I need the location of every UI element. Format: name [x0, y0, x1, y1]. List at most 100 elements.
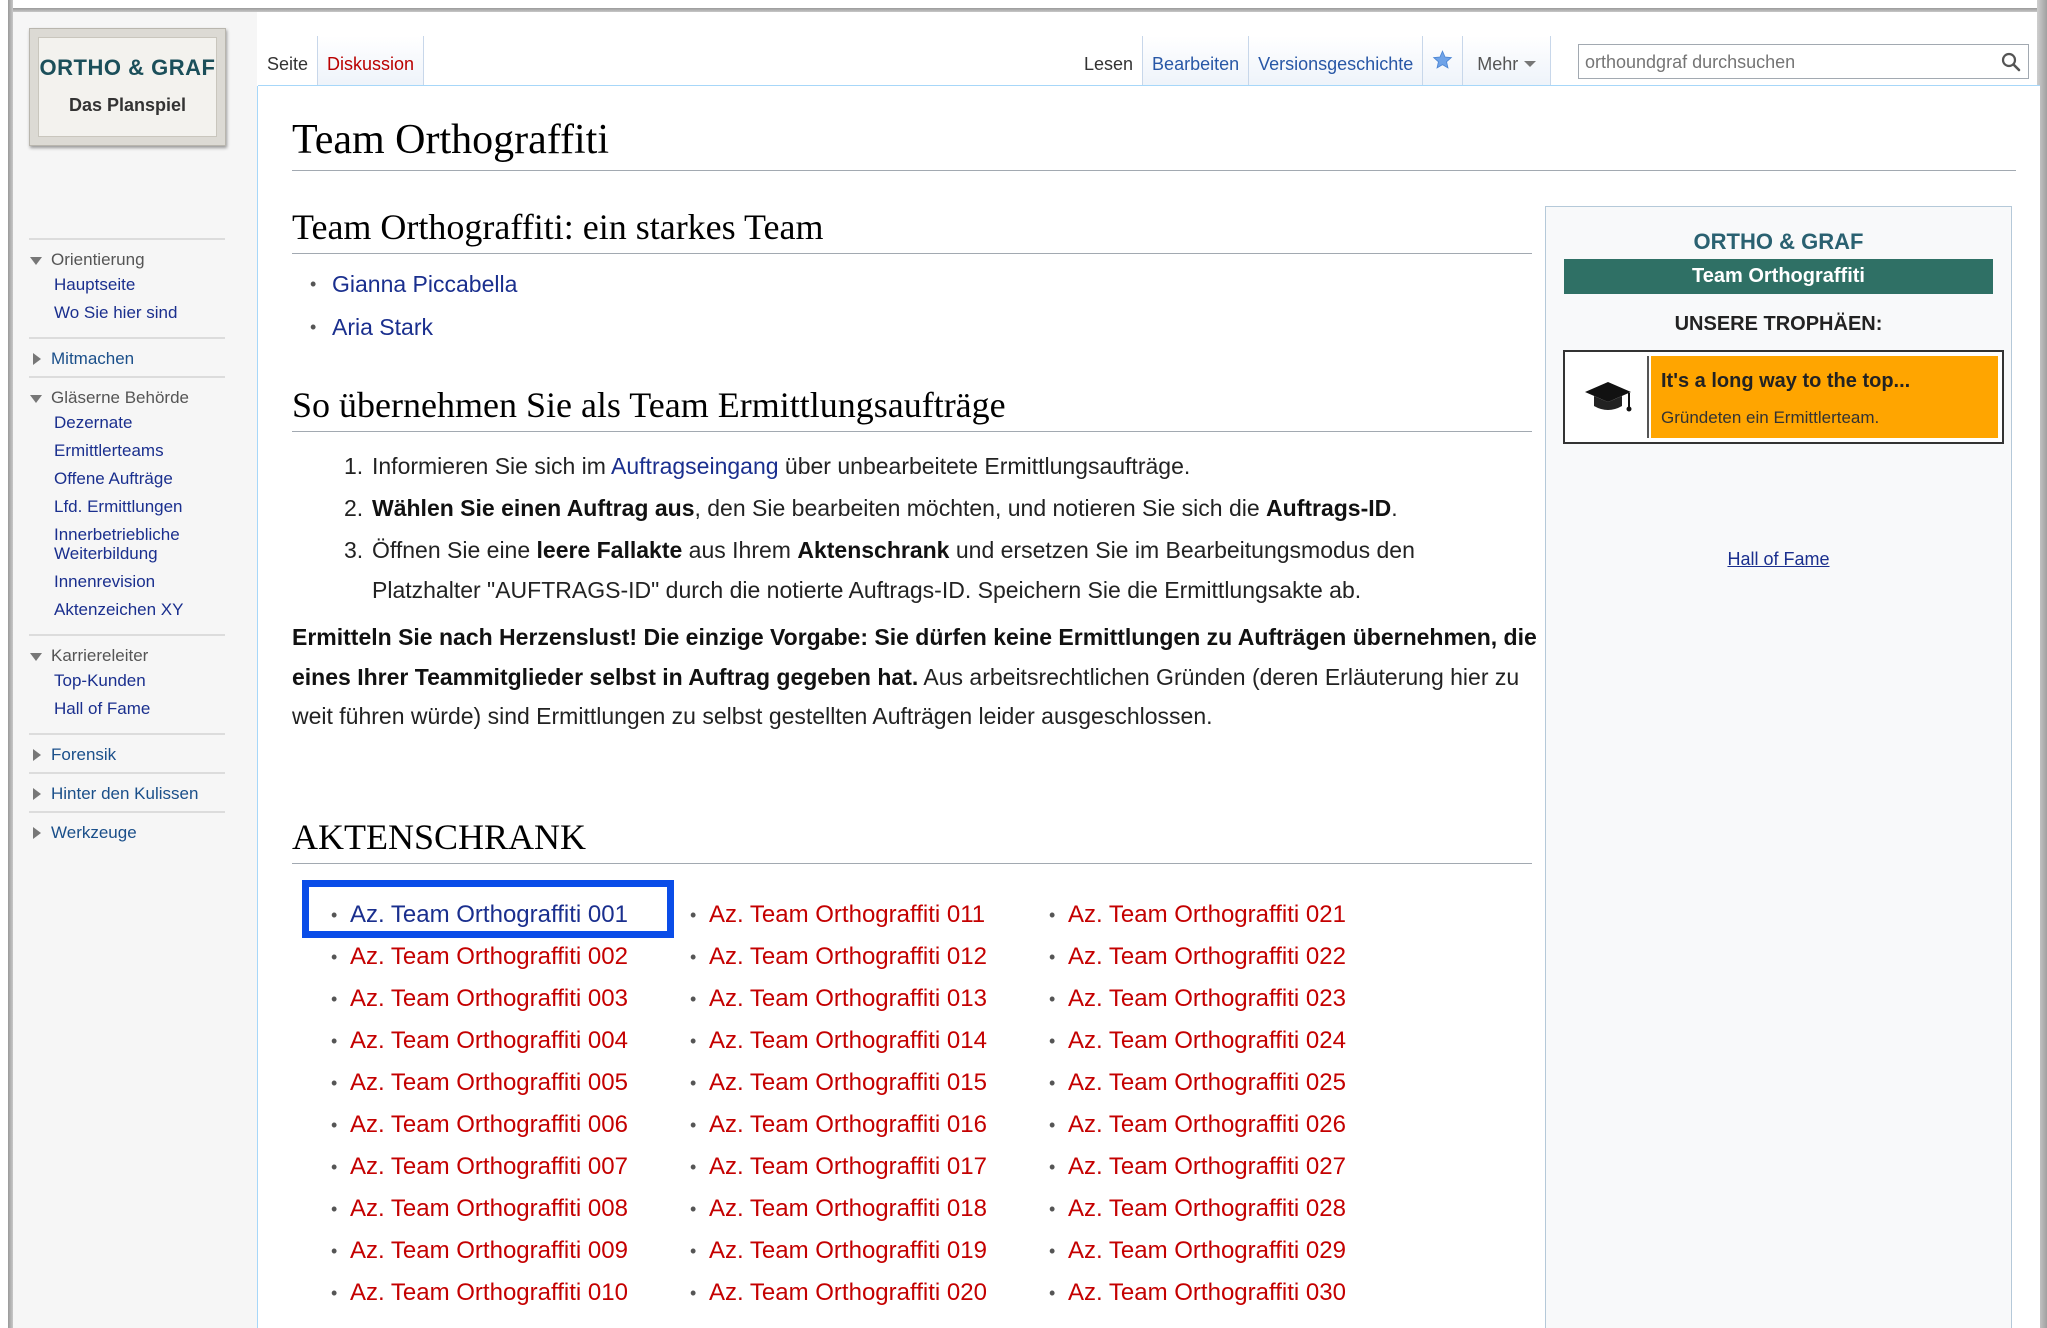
section-heading-archive: AKTENSCHRANK — [292, 817, 587, 857]
hall-of-fame-link[interactable]: Hall of Fame — [1546, 549, 2011, 570]
auftragseingang-link[interactable]: Auftragseingang — [611, 453, 779, 479]
file-link[interactable]: Az. Team Orthograffiti 014 — [690, 1020, 987, 1062]
trophy-card: It's a long way to the top... Gründeten … — [1563, 350, 2004, 444]
file-link[interactable]: Az. Team Orthograffiti 030 — [1049, 1272, 1346, 1314]
sidebar-portal: Forensik — [29, 733, 225, 772]
file-column-3: Az. Team Orthograffiti 021Az. Team Ortho… — [1049, 894, 1346, 1314]
tab-history[interactable]: Versionsgeschichte — [1249, 36, 1424, 86]
sidebar-item-list: Hauptseite Wo Sie hier sind — [29, 275, 225, 322]
sidebar-portal-heading[interactable]: Orientierung — [29, 249, 225, 271]
triangle-down-icon — [30, 653, 42, 661]
file-link[interactable]: Az. Team Orthograffiti 015 — [690, 1062, 987, 1104]
file-link[interactable]: Az. Team Orthograffiti 004 — [331, 1020, 628, 1062]
file-link[interactable]: Az. Team Orthograffiti 005 — [331, 1062, 628, 1104]
sidebar-portal-heading[interactable]: Hinter den Kulissen — [29, 783, 225, 805]
search-box — [1578, 44, 2029, 80]
sidebar-portal-heading[interactable]: Forensik — [29, 744, 225, 766]
file-link[interactable]: Az. Team Orthograffiti 029 — [1049, 1230, 1346, 1272]
file-column-2: Az. Team Orthograffiti 011Az. Team Ortho… — [690, 894, 987, 1314]
sidebar-portal-heading[interactable]: Karriereleiter — [29, 645, 225, 667]
sidebar-item[interactable]: Top-Kunden — [54, 671, 225, 690]
file-link[interactable]: Az. Team Orthograffiti 007 — [331, 1146, 628, 1188]
member-link[interactable]: Gianna Piccabella — [310, 263, 517, 306]
file-link[interactable]: Az. Team Orthograffiti 023 — [1049, 978, 1346, 1020]
sidebar-portal: Gläserne Behörde Dezernate Ermittlerteams O… — [29, 376, 225, 634]
file-link[interactable]: Az. Team Orthograffiti 013 — [690, 978, 987, 1020]
sidebar-portal-label: Orientierung — [51, 250, 145, 269]
view-tabs: Lesen Bearbeiten Versionsgeschichte Mehr — [1075, 36, 1552, 86]
infobox-team-banner: Team Orthograffiti — [1564, 259, 1993, 294]
file-link[interactable]: Az. Team Orthograffiti 010 — [331, 1272, 628, 1314]
sidebar-item[interactable]: Ermittlerteams — [54, 441, 225, 460]
file-link[interactable]: Az. Team Orthograffiti 027 — [1049, 1146, 1346, 1188]
sidebar-portal: Mitmachen — [29, 337, 225, 376]
file-link[interactable]: Az. Team Orthograffiti 028 — [1049, 1188, 1346, 1230]
sidebar-portal-heading[interactable]: Gläserne Behörde — [29, 387, 225, 409]
trophy-description: Gründeten ein Ermittlerteam. — [1661, 408, 1880, 427]
trophy-name: It's a long way to the top... — [1661, 370, 1911, 392]
sidebar-item[interactable]: Innerbetriebliche Weiterbildung — [54, 525, 225, 563]
section-divider — [292, 253, 1532, 254]
file-link[interactable]: Az. Team Orthograffiti 002 — [331, 936, 628, 978]
section-heading-team: Team Orthograffiti: ein starkes Team — [292, 207, 824, 247]
section-heading-howto: So übernehmen Sie als Team Ermittlungsau… — [292, 385, 1006, 425]
file-link[interactable]: Az. Team Orthograffiti 025 — [1049, 1062, 1346, 1104]
sidebar-item[interactable]: Hall of Fame — [54, 699, 225, 718]
tab-page[interactable]: Seite — [258, 36, 319, 86]
triangle-right-icon — [33, 749, 41, 761]
file-link[interactable]: Az. Team Orthograffiti 009 — [331, 1230, 628, 1272]
site-logo[interactable]: ORTHO & GRAF Das Planspiel — [29, 28, 226, 146]
sidebar-item[interactable]: Offene Aufträge — [54, 469, 225, 488]
trophy-text-panel: It's a long way to the top... Gründeten … — [1651, 356, 1998, 438]
search-icon[interactable] — [2000, 51, 2022, 73]
rules-paragraph: Ermitteln Sie nach Herzenslust! Die einz… — [292, 624, 1537, 729]
file-link[interactable]: Az. Team Orthograffiti 017 — [690, 1146, 987, 1188]
triangle-right-icon — [33, 788, 41, 800]
triangle-down-icon — [30, 395, 42, 403]
chevron-down-icon — [1524, 61, 1537, 67]
sidebar-portal-heading[interactable]: Werkzeuge — [29, 822, 225, 844]
file-link[interactable]: Az. Team Orthograffiti 020 — [690, 1272, 987, 1314]
trophies-heading: UNSERE TROPHÄEN: — [1674, 313, 1883, 335]
sidebar-portal-label: Mitmachen — [51, 349, 135, 368]
sidebar-item[interactable]: Aktenzeichen XY — [54, 600, 225, 619]
file-link[interactable]: Az. Team Orthograffiti 026 — [1049, 1104, 1346, 1146]
file-link[interactable]: Az. Team Orthograffiti 011 — [690, 894, 987, 936]
sidebar-item[interactable]: Wo Sie hier sind — [54, 303, 225, 322]
more-menu-button[interactable]: Mehr — [1463, 36, 1552, 86]
search-input[interactable] — [1579, 45, 1997, 80]
file-link[interactable]: Az. Team Orthograffiti 006 — [331, 1104, 628, 1146]
tab-read[interactable]: Lesen — [1075, 36, 1144, 86]
sidebar-portal: Hinter den Kulissen — [29, 772, 225, 811]
graduation-cap-icon — [1569, 356, 1649, 438]
sidebar-portal-label: Hinter den Kulissen — [51, 784, 199, 803]
sidebar-item[interactable]: Dezernate — [54, 413, 225, 432]
file-link[interactable]: Az. Team Orthograffiti 019 — [690, 1230, 987, 1272]
sidebar-portal: Karriereleiter Top-Kunden Hall of Fame — [29, 634, 225, 733]
file-link[interactable]: Az. Team Orthograffiti 018 — [690, 1188, 987, 1230]
member-list: Gianna Piccabella Aria Stark — [310, 263, 517, 349]
file-link[interactable]: Az. Team Orthograffiti 003 — [331, 978, 628, 1020]
sidebar-item[interactable]: Lfd. Ermittlungen — [54, 497, 225, 516]
tab-edit[interactable]: Bearbeiten — [1143, 36, 1250, 86]
logo-plate — [38, 37, 217, 137]
file-link[interactable]: Az. Team Orthograffiti 016 — [690, 1104, 987, 1146]
triangle-down-icon — [30, 257, 42, 265]
file-link[interactable]: Az. Team Orthograffiti 008 — [331, 1188, 628, 1230]
sidebar-portal-label: Werkzeuge — [51, 823, 137, 842]
sidebar-item-list: Top-Kunden Hall of Fame — [29, 671, 225, 718]
sidebar-item[interactable]: Hauptseite — [54, 275, 225, 294]
file-link[interactable]: Az. Team Orthograffiti 022 — [1049, 936, 1346, 978]
file-link[interactable]: Az. Team Orthograffiti 024 — [1049, 1020, 1346, 1062]
step-item: 3. Öffnen Sie eine leere Fallakte aus Ihr… — [344, 537, 1415, 603]
tab-discussion[interactable]: Diskussion — [318, 36, 425, 86]
sidebar-item[interactable]: Innenrevision — [54, 572, 225, 591]
member-link[interactable]: Aria Stark — [310, 306, 517, 349]
watch-star-icon[interactable] — [1423, 36, 1464, 86]
sidebar-portal-heading[interactable]: Mitmachen — [29, 348, 225, 370]
file-link[interactable]: Az. Team Orthograffiti 021 — [1049, 894, 1346, 936]
file-link[interactable]: Az. Team Orthograffiti 012 — [690, 936, 987, 978]
logo-title: ORTHO & GRAF — [39, 55, 216, 80]
title-divider — [292, 170, 2016, 171]
file-column-1: Az. Team Orthograffiti 001Az. Team Ortho… — [331, 894, 628, 1314]
